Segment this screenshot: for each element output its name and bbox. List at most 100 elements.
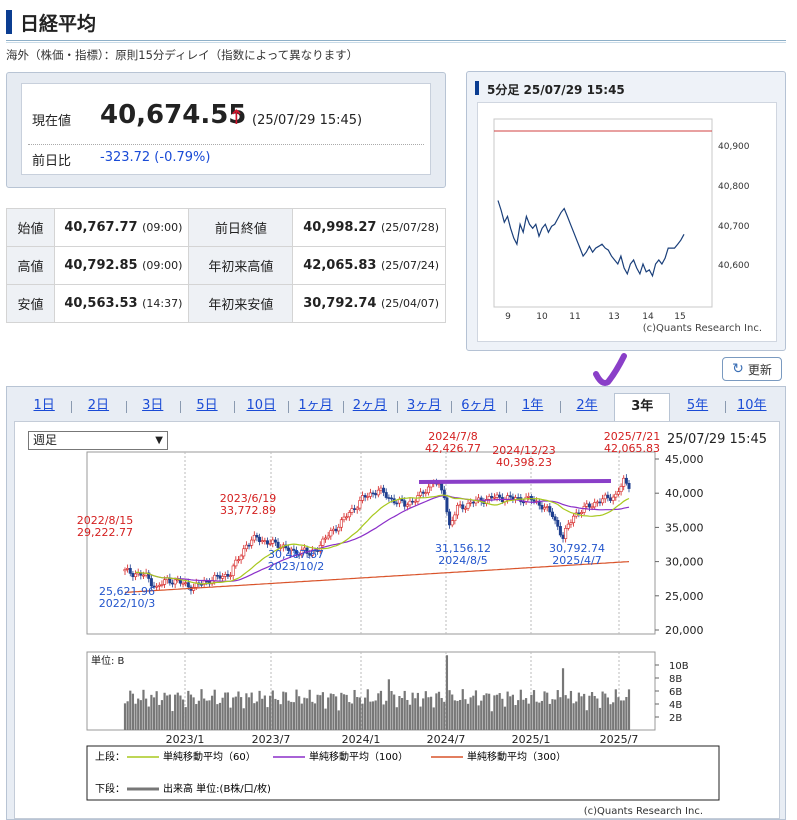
current-value-panel: 現在値 40,674.55 ↑ (25/07/29 15:45) 前日比 -32…: [6, 72, 446, 188]
volume-bar: [575, 701, 578, 730]
intraday-y-tick: 40,800: [718, 182, 750, 192]
tab-1m[interactable]: 1ヶ月: [288, 393, 342, 421]
candle-body: [469, 501, 473, 504]
candle-body: [157, 584, 161, 587]
candle-body: [244, 544, 248, 550]
candle-body: [276, 541, 280, 548]
candle-body: [215, 574, 219, 577]
volume-bar: [593, 695, 596, 730]
volume-bar: [276, 699, 280, 730]
y-tick-label: 20,000: [665, 624, 704, 637]
candle-body: [532, 499, 536, 502]
period-tabs: 1日 2日 3日 5日 10日 1ヶ月 2ヶ月 3ヶ月 6ヶ月 1年 2年 3年…: [17, 393, 779, 422]
current-value-box: 現在値 40,674.55 ↑ (25/07/29 15:45) 前日比 -32…: [21, 83, 431, 175]
intraday-title: 5分足 25/07/29 15:45: [487, 83, 625, 97]
candle-body: [234, 559, 238, 567]
candle-body: [582, 505, 586, 513]
volume-bar: [237, 691, 240, 730]
candle-body: [376, 489, 380, 496]
volume-bar: [614, 689, 617, 730]
volume-bar: [242, 708, 245, 730]
vol-tick-label: 10B: [669, 661, 689, 672]
vol-tick-label: 6B: [669, 687, 682, 698]
intraday-chart: 40,900 40,800 40,700 40,600 9 10 11 13 14 15 (c)Q…: [477, 102, 777, 342]
volume-bar: [142, 689, 145, 730]
volume-bar: [126, 701, 129, 730]
candle-body: [437, 483, 441, 486]
stat-value: 40,792.85 (09:00): [53, 246, 190, 285]
tab-3d[interactable]: 3日: [125, 393, 180, 421]
volume-bar: [580, 696, 583, 730]
volume-bar: [437, 691, 441, 730]
volume-bar: [168, 694, 171, 730]
tab-2y[interactable]: 2年: [559, 393, 614, 421]
tab-2m[interactable]: 2ヶ月: [342, 393, 397, 421]
candle-body: [186, 582, 190, 588]
tab-6m[interactable]: 6ヶ月: [451, 393, 505, 421]
stats-table: 始値 40,767.77 (09:00) 前日終値 40,998.27 (25/…: [6, 208, 446, 323]
candle-body: [466, 502, 470, 509]
volume-bar: [511, 694, 514, 730]
volume-bar: [459, 699, 462, 730]
candle-body: [371, 492, 375, 495]
tab-3y[interactable]: 3年: [614, 393, 671, 422]
candle-body: [339, 519, 343, 528]
refresh-button[interactable]: ↻ 更新: [722, 357, 782, 381]
volume-bar: [224, 692, 227, 730]
volume-bar: [197, 700, 200, 730]
volume-bar: [548, 703, 551, 730]
tab-1y[interactable]: 1年: [505, 393, 560, 421]
tab-10y[interactable]: 10年: [724, 393, 779, 421]
candle-body: [268, 543, 272, 545]
candle-body: [134, 573, 138, 578]
volume-bar: [229, 707, 232, 730]
tab-5d[interactable]: 5日: [179, 393, 234, 421]
volume-bar: [187, 690, 190, 730]
candle-body: [566, 523, 570, 529]
tab-1d[interactable]: 1日: [17, 393, 71, 421]
volume-bar: [464, 699, 467, 730]
volume-bar: [208, 700, 211, 730]
volume-bar: [321, 692, 325, 730]
candle-body: [516, 497, 520, 499]
candle-body: [141, 574, 145, 577]
candle-body: [424, 492, 428, 495]
volume-bar: [305, 698, 309, 730]
volume-bar: [482, 695, 485, 730]
volume-bar: [466, 703, 470, 730]
tab-5y[interactable]: 5年: [670, 393, 724, 421]
volume-bar: [590, 692, 594, 730]
candle-body: [580, 512, 584, 514]
candle-body: [123, 569, 127, 572]
intraday-credit: (c)Quants Research Inc.: [643, 323, 762, 334]
volume-bar: [585, 710, 588, 730]
vol-tick-label: 8B: [669, 674, 682, 685]
candle-body: [595, 501, 599, 504]
intraday-y-tick: 40,700: [718, 222, 750, 232]
volume-bar: [308, 689, 311, 730]
candle-body: [329, 530, 333, 537]
candle-body: [342, 516, 346, 521]
candle-body: [345, 516, 349, 519]
volume-bar: [245, 693, 248, 730]
volume-bar: [319, 695, 322, 730]
candle-body: [508, 495, 512, 498]
candle-body: [495, 494, 499, 498]
candle-body: [408, 500, 412, 506]
volume-bar: [253, 703, 256, 730]
volume-bar: [524, 698, 528, 730]
volume-bar: [218, 702, 222, 730]
annotation-value: 33,772.89: [220, 504, 276, 517]
candle-body: [587, 503, 591, 508]
volume-bar: [567, 698, 570, 730]
tab-3m[interactable]: 3ヶ月: [396, 393, 451, 421]
volume-bar: [240, 697, 243, 730]
tab-10d[interactable]: 10日: [234, 393, 288, 421]
annotation-value: 2024/8/5: [438, 554, 487, 567]
volume-bar: [577, 692, 580, 730]
legend-ma100: 単純移動平均（100）: [309, 750, 408, 763]
candle-body: [616, 491, 620, 495]
annotation-value: 29,222.77: [77, 526, 133, 539]
tab-2d[interactable]: 2日: [71, 393, 125, 421]
candle-body: [458, 504, 462, 507]
